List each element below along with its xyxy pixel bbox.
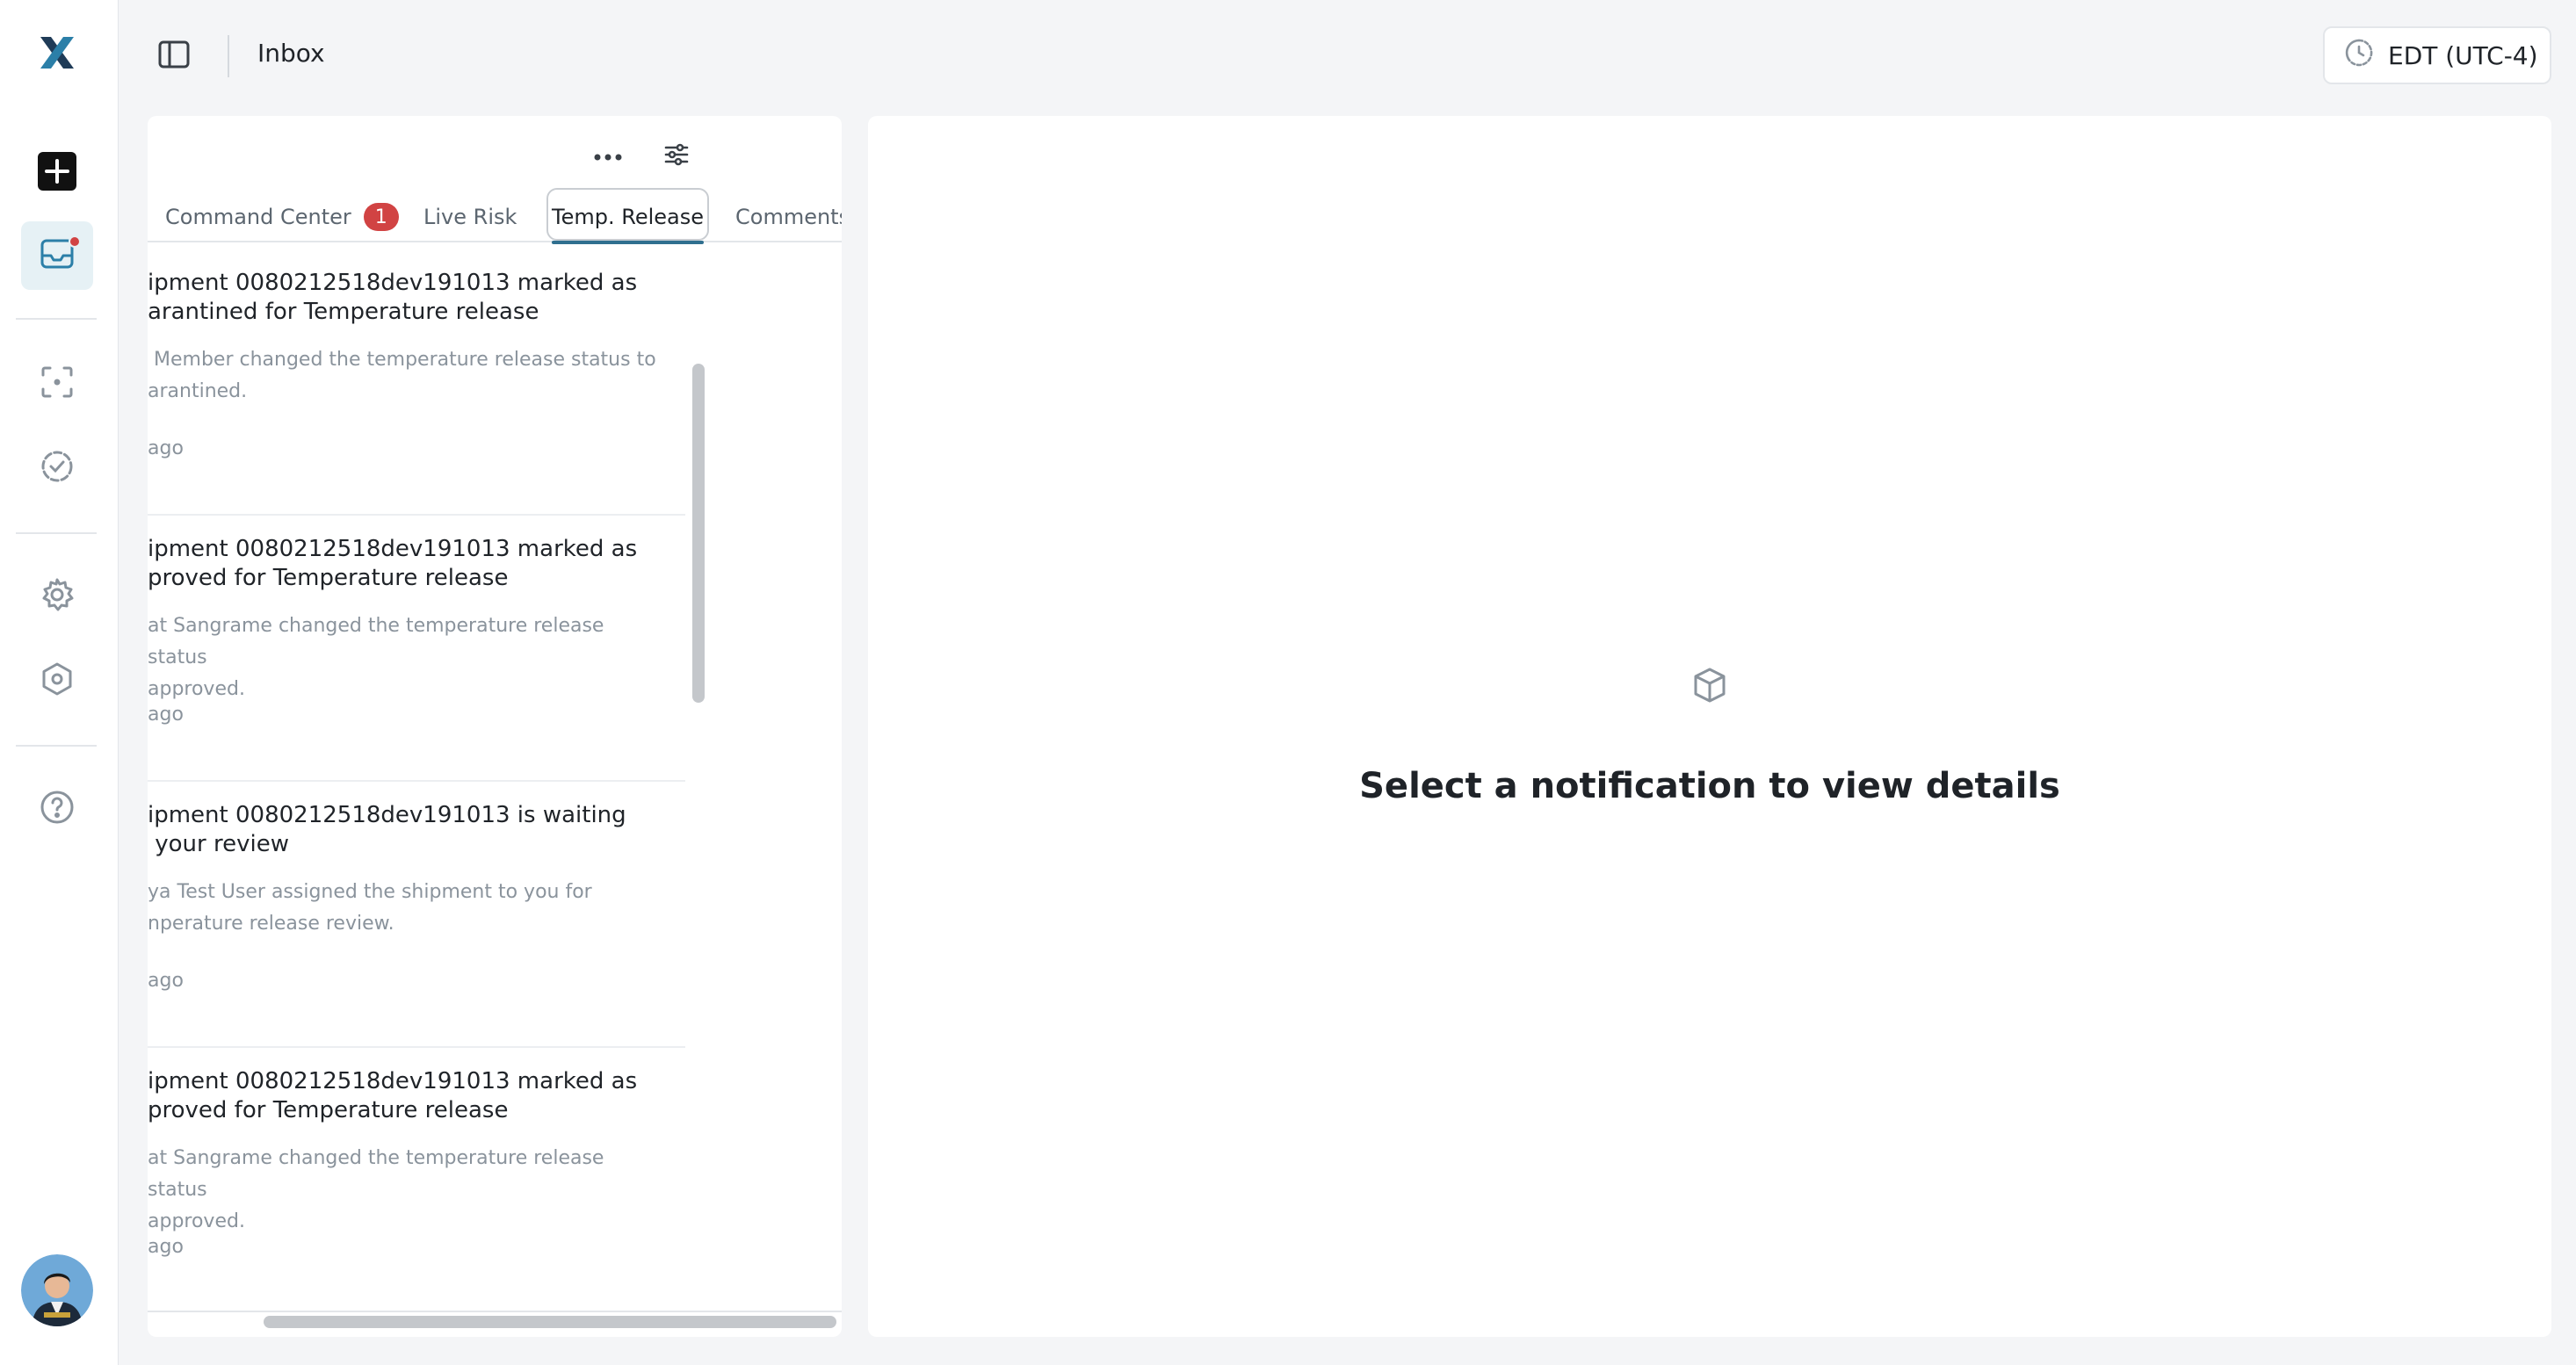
notification-title-line: proved for Temperature release — [148, 565, 509, 591]
notification-description: at Sangrame changed the temperature rele… — [148, 1143, 657, 1238]
list-item[interactable]: ipment 0080212518dev191013 marked as pro… — [148, 516, 685, 782]
notification-description: ya Test User assigned the shipment to yo… — [148, 877, 657, 940]
timezone-label: EDT (UTC-4) — [2388, 40, 2538, 70]
check-circle-dashed-icon — [40, 449, 75, 488]
rail-item-settings[interactable] — [21, 562, 93, 631]
left-rail — [0, 0, 119, 1365]
help-button[interactable] — [21, 775, 93, 843]
package-icon — [1690, 666, 1729, 704]
rail-item-scan[interactable] — [21, 350, 93, 418]
notification-desc-line: nperature release review. — [148, 913, 394, 935]
notification-description: Member changed the temperature release s… — [148, 344, 657, 408]
notification-time: ago — [148, 970, 184, 992]
sliders-icon — [663, 141, 690, 171]
timezone-button[interactable]: EDT (UTC-4) — [2323, 26, 2551, 84]
sidebar-toggle-button[interactable] — [156, 40, 192, 72]
count-badge: 1 — [363, 203, 399, 231]
tab-live-risk[interactable]: Live Risk — [423, 191, 517, 242]
rail-item-review[interactable] — [21, 434, 93, 502]
more-options-button[interactable] — [592, 141, 624, 172]
tab-temp-release[interactable]: Temp. Release — [546, 188, 709, 244]
plus-square-icon — [38, 152, 76, 194]
notification-title-line: proved for Temperature release — [148, 1097, 509, 1123]
notification-desc-line: ya Test User assigned the shipment to yo… — [148, 881, 592, 903]
rail-item-admin[interactable] — [21, 646, 93, 715]
scrollbar-thumb[interactable] — [692, 364, 705, 703]
notification-title: ipment 0080212518dev191013 marked as ara… — [148, 269, 657, 327]
scrollbar-thumb[interactable] — [264, 1316, 836, 1328]
notification-time: ago — [148, 1236, 184, 1258]
tab-comments[interactable]: Comments — [735, 191, 842, 242]
notification-title-line: arantined for Temperature release — [148, 299, 539, 325]
hexagon-icon — [40, 661, 75, 700]
help-icon — [40, 790, 75, 828]
app-logo-icon[interactable] — [35, 35, 79, 70]
rail-divider — [16, 745, 97, 747]
create-button[interactable] — [21, 139, 93, 207]
notification-title: ipment 0080212518dev191013 marked as pro… — [148, 1067, 657, 1125]
rail-divider — [16, 532, 97, 534]
notification-list-panel: Command Center 1 Live Risk Temp. Release… — [148, 116, 842, 1337]
active-tab-indicator — [552, 241, 704, 244]
rail-item-inbox[interactable] — [21, 221, 93, 290]
filter-button[interactable] — [661, 141, 692, 172]
tab-label: Command Center — [165, 205, 351, 229]
inbox-unread-dot — [69, 235, 81, 248]
tab-label: Comments — [735, 205, 842, 229]
notification-tabs: Command Center 1 Live Risk Temp. Release… — [148, 188, 842, 244]
sidebar-panel-icon — [158, 40, 190, 72]
notification-title-line: your review — [148, 831, 289, 857]
notification-title-line: ipment 0080212518dev191013 marked as — [148, 270, 638, 296]
tab-focus-ring — [546, 188, 709, 241]
list-item[interactable]: ipment 0080212518dev191013 marked as ara… — [148, 249, 685, 516]
user-avatar[interactable] — [21, 1254, 93, 1326]
notification-time: ago — [148, 437, 184, 459]
header-divider — [228, 35, 229, 77]
scan-icon — [40, 365, 75, 403]
tab-label: Live Risk — [423, 205, 517, 229]
notification-desc-line: approved. — [148, 1210, 245, 1232]
list-toolbar — [592, 141, 692, 172]
gear-icon — [40, 577, 75, 616]
notification-time: ago — [148, 704, 184, 726]
notification-description: at Sangrame changed the temperature rele… — [148, 610, 657, 705]
notification-title-line: ipment 0080212518dev191013 is waiting — [148, 802, 626, 828]
empty-state-message: Select a notification to view details — [1359, 766, 2060, 806]
notification-desc-line: at Sangrame changed the temperature rele… — [148, 1147, 604, 1201]
more-horizontal-icon — [594, 148, 622, 165]
notification-title: ipment 0080212518dev191013 is waiting yo… — [148, 801, 657, 859]
list-vertical-scrollbar[interactable] — [692, 248, 705, 1321]
list-horizontal-scrollbar[interactable] — [148, 1311, 842, 1330]
notification-list: ipment 0080212518dev191013 marked as ara… — [148, 249, 685, 1309]
notification-detail-panel: Select a notification to view details — [868, 116, 2551, 1337]
clock-icon — [2344, 38, 2374, 74]
page-title: Inbox — [257, 39, 325, 68]
notification-title: ipment 0080212518dev191013 marked as pro… — [148, 535, 657, 593]
notification-desc-line: arantined. — [148, 380, 248, 402]
rail-divider — [16, 318, 97, 320]
list-item[interactable]: ipment 0080212518dev191013 marked as pro… — [148, 1048, 685, 1309]
notification-title-line: ipment 0080212518dev191013 marked as — [148, 536, 638, 562]
notification-desc-line: at Sangrame changed the temperature rele… — [148, 615, 604, 668]
notification-desc-line: approved. — [148, 678, 245, 700]
notification-title-line: ipment 0080212518dev191013 marked as — [148, 1068, 638, 1094]
tab-command-center[interactable]: Command Center 1 — [165, 191, 399, 242]
notification-desc-line: Member changed the temperature release s… — [148, 349, 656, 371]
list-item[interactable]: ipment 0080212518dev191013 is waiting yo… — [148, 782, 685, 1048]
